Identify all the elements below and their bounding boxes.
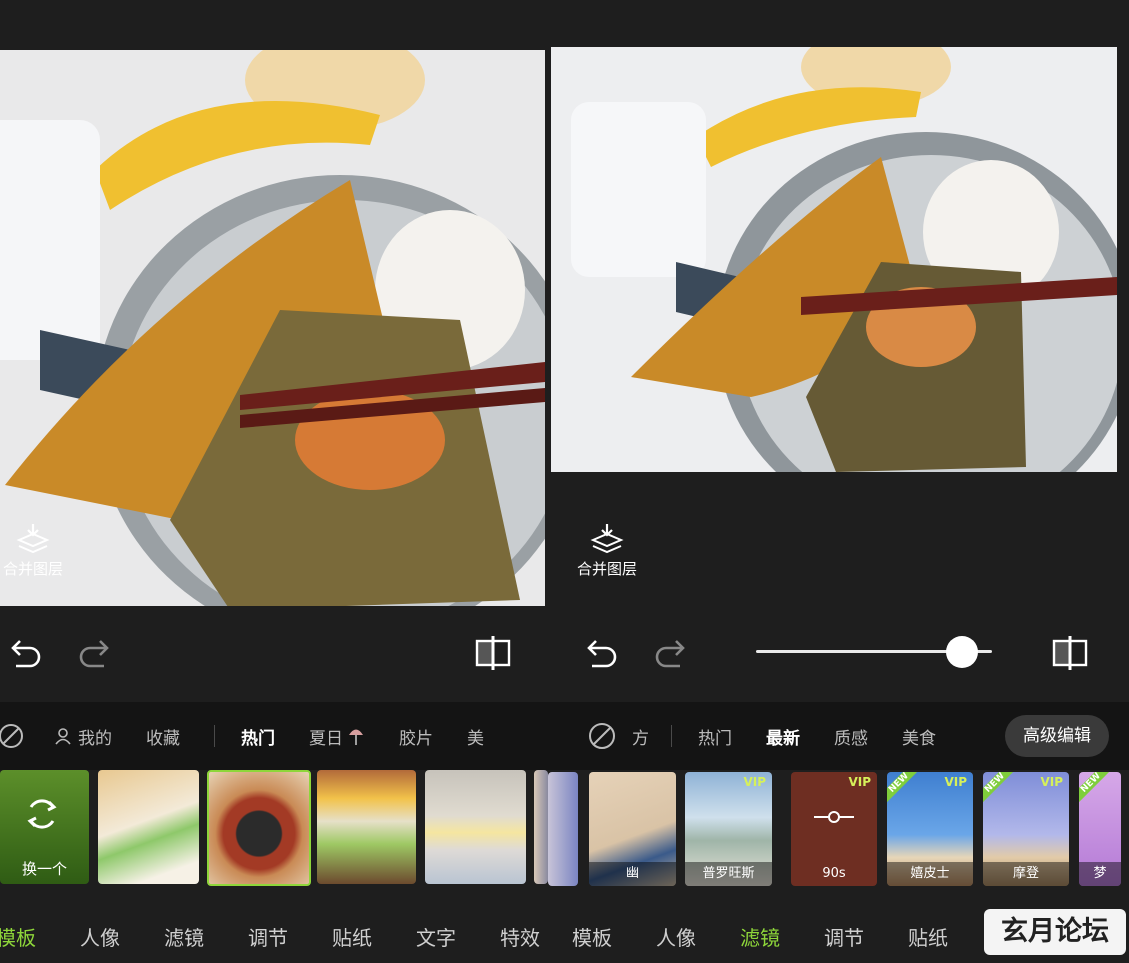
new-badge: NEW xyxy=(1079,772,1111,803)
template-thumb[interactable] xyxy=(98,770,199,884)
redo-icon[interactable] xyxy=(654,636,688,670)
tab-hot[interactable]: 热门 xyxy=(241,724,275,749)
filter-strength-slider[interactable] xyxy=(756,634,992,670)
filter-label: 幽 xyxy=(589,862,676,886)
tab-favorites[interactable]: 收藏 xyxy=(146,724,180,749)
filter-label: 摩登 xyxy=(983,862,1069,886)
tab-texture[interactable]: 质感 xyxy=(834,724,868,749)
merge-layers-label: 合并图层 xyxy=(2,560,63,578)
new-badge: NEW xyxy=(887,772,919,803)
compare-icon[interactable] xyxy=(1051,634,1089,672)
user-icon xyxy=(55,728,71,745)
filter-label: 梦 xyxy=(1079,862,1121,886)
tab-mine[interactable]: 我的 xyxy=(78,724,112,749)
filter-thumb[interactable]: NEW VIP 摩登 xyxy=(983,772,1069,886)
filter-thumb[interactable] xyxy=(548,772,578,886)
template-thumb[interactable] xyxy=(425,770,526,884)
merge-layers-button[interactable]: 合并图层 xyxy=(572,522,642,579)
template-thumb[interactable] xyxy=(534,770,548,884)
nav-portrait[interactable]: 人像 xyxy=(80,922,120,951)
filter-thumb[interactable]: NEW 梦 xyxy=(1079,772,1121,886)
tab-summer[interactable]: 夏日 xyxy=(309,724,343,749)
tab-food[interactable]: 美食 xyxy=(902,724,936,749)
swap-label: 换一个 xyxy=(21,860,67,878)
nav-effects[interactable]: 特效 xyxy=(500,922,540,951)
filter-label: 普罗旺斯 xyxy=(685,862,772,886)
filter-thumb[interactable]: VIP 90s xyxy=(791,772,877,886)
nav-filter[interactable]: 滤镜 xyxy=(740,922,780,951)
forum-watermark: 玄月论坛 xyxy=(984,909,1126,955)
redo-icon[interactable] xyxy=(78,636,112,670)
tab-food[interactable]: 美 xyxy=(467,724,484,749)
filter-list: 幽 VIP 普罗旺斯 VIP 90s NEW VIP 嬉皮士 NEW VIP 摩… xyxy=(548,772,1129,890)
tab-newest[interactable]: 最新 xyxy=(766,724,800,749)
tab-film[interactable]: 胶片 xyxy=(399,724,433,749)
nav-sticker[interactable]: 贴纸 xyxy=(908,922,948,951)
tab-hot[interactable]: 热门 xyxy=(698,724,732,749)
bottom-nav-left: 模板 人像 滤镜 调节 贴纸 文字 特效 xyxy=(0,910,548,963)
nav-template[interactable]: 模板 xyxy=(0,922,36,951)
nav-template[interactable]: 模板 xyxy=(572,922,612,951)
vip-badge: VIP xyxy=(944,775,967,789)
nav-text[interactable]: 文字 xyxy=(416,922,456,951)
vip-badge: VIP xyxy=(743,775,766,789)
tab-separator xyxy=(671,725,672,747)
slider-icon xyxy=(814,811,854,823)
refresh-icon xyxy=(27,799,57,829)
undo-icon[interactable] xyxy=(8,636,42,670)
nav-filter[interactable]: 滤镜 xyxy=(164,922,204,951)
vip-badge: VIP xyxy=(1040,775,1063,789)
nav-adjust[interactable]: 调节 xyxy=(824,922,864,951)
filter-label: 90s xyxy=(822,866,846,881)
tab-separator xyxy=(214,725,215,747)
nav-portrait[interactable]: 人像 xyxy=(656,922,696,951)
filter-thumb[interactable]: 幽 xyxy=(589,772,676,886)
none-icon[interactable] xyxy=(0,723,24,749)
nav-sticker[interactable]: 贴纸 xyxy=(332,922,372,951)
merge-layers-icon xyxy=(16,524,50,554)
photo-canvas[interactable] xyxy=(551,47,1117,472)
merge-layers-icon xyxy=(590,524,624,554)
none-icon[interactable] xyxy=(588,722,616,750)
slider-knob[interactable] xyxy=(945,636,978,668)
filter-category-tabs: 方 热门 最新 质感 美食 高级编辑 xyxy=(548,702,1129,770)
compare-icon[interactable] xyxy=(474,634,512,672)
swap-template-button[interactable]: 换一个 xyxy=(0,770,89,884)
template-thumb[interactable] xyxy=(317,770,416,884)
merge-layers-button[interactable]: 合并图层 xyxy=(2,522,64,579)
template-list: 换一个 xyxy=(0,770,548,888)
nav-adjust[interactable]: 调节 xyxy=(248,922,288,951)
template-thumb-selected[interactable] xyxy=(207,770,311,886)
new-badge: NEW xyxy=(983,772,1015,803)
filter-label: 嬉皮士 xyxy=(887,862,973,886)
left-editor-panel: 合并图层 我的 收藏 热门 夏日 胶片 美 换一个 模板 人像 滤镜 调节 贴纸… xyxy=(0,0,548,963)
photo-canvas[interactable] xyxy=(0,50,545,606)
parasol-icon xyxy=(349,729,363,745)
filter-thumb[interactable]: NEW VIP 嬉皮士 xyxy=(887,772,973,886)
merge-layers-label: 合并图层 xyxy=(576,560,637,578)
right-editor-panel: 合并图层 方 热门 最新 质感 美食 高级编辑 幽 VIP 普罗旺斯 VIP 9… xyxy=(548,0,1129,963)
vip-badge: VIP xyxy=(848,775,871,789)
filter-thumb[interactable]: VIP 普罗旺斯 xyxy=(685,772,772,886)
undo-icon[interactable] xyxy=(584,636,618,670)
template-category-tabs: 我的 收藏 热门 夏日 胶片 美 xyxy=(0,702,548,770)
advanced-edit-button[interactable]: 高级编辑 xyxy=(1005,715,1109,757)
tab-square[interactable]: 方 xyxy=(632,724,649,749)
